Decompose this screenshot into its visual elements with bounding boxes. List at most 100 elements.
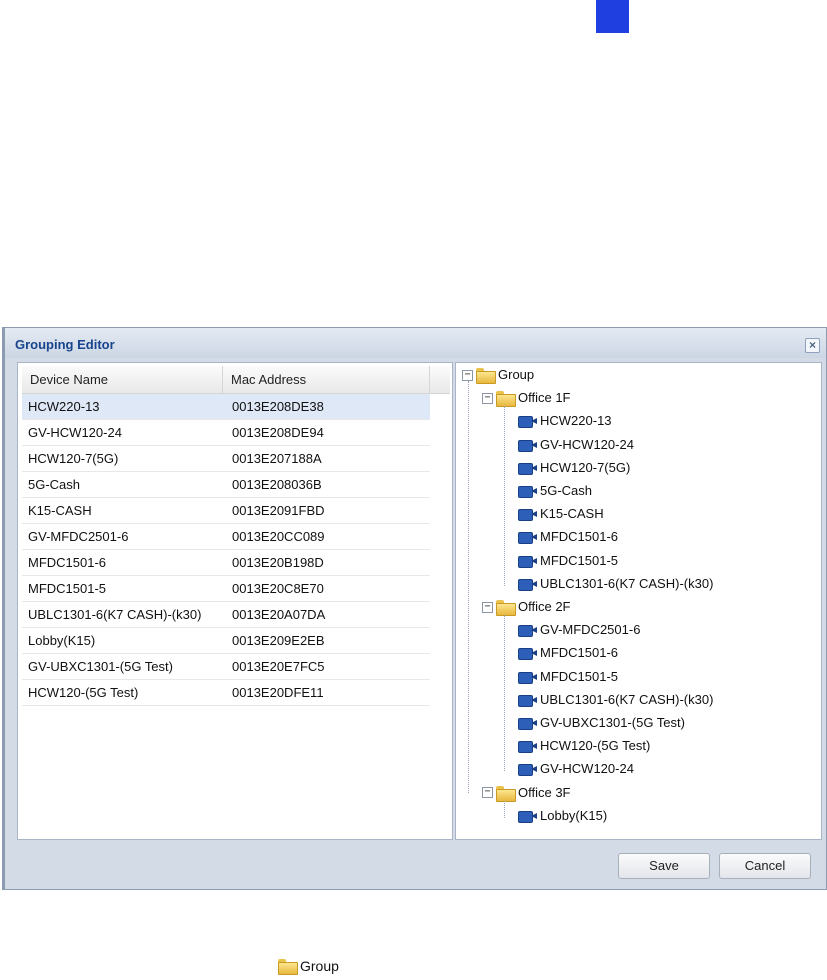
table-row[interactable]: GV-MFDC2501-6 0013E20CC089 — [22, 524, 430, 550]
table-row[interactable]: GV-UBXC1301-(5G Test) 0013E20E7FC5 — [22, 654, 430, 680]
camera-icon — [518, 508, 538, 522]
tree-node-label: Office 1F — [518, 390, 571, 406]
tree-node-label: GV-HCW120-24 — [540, 436, 634, 452]
mac-address-cell: 0013E20E7FC5 — [232, 659, 325, 674]
device-name-cell: HCW220-13 — [28, 399, 100, 414]
tree-node-label: Lobby(K15) — [540, 807, 608, 823]
table-row[interactable]: MFDC1501-6 0013E20B198D — [22, 550, 430, 576]
group-legend: Group — [278, 956, 339, 976]
tree-node-label: HCW120-7(5G) — [540, 459, 631, 475]
tree-connector-line — [504, 615, 505, 772]
device-name-cell: GV-HCW120-24 — [28, 425, 122, 440]
device-name-cell: MFDC1501-6 — [28, 555, 107, 570]
collapse-toggle-icon[interactable]: − — [482, 392, 493, 404]
tree-connector-line — [504, 406, 505, 586]
column-header-mac-address[interactable]: Mac Address — [223, 366, 430, 394]
camera-icon — [518, 555, 538, 568]
page-tab-marker — [596, 0, 629, 33]
column-header-device-name[interactable]: Device Name — [22, 366, 223, 394]
device-name-cell: 5G-Cash — [28, 477, 81, 492]
group-tree: − Group − Office 1F HCW220-13 GV-HCW120-24 HCW… — [456, 363, 821, 839]
camera-icon — [518, 671, 538, 684]
table-header: Device Name Mac Address — [22, 366, 450, 394]
tree-device-node[interactable]: MFDC1501-6 — [518, 527, 618, 547]
camera-icon — [518, 717, 538, 730]
tree-node-label: HCW220-13 — [540, 413, 612, 429]
table-row[interactable]: MFDC1501-5 0013E20C8E70 — [22, 576, 430, 602]
camera-icon — [518, 740, 538, 754]
mac-address-cell: 0013E20A07DA — [232, 607, 326, 622]
folder-icon — [476, 368, 496, 384]
device-name-cell: MFDC1501-5 — [28, 581, 107, 596]
tree-node-label: UBLC1301-6(K7 CASH)-(k30) — [540, 691, 714, 707]
tree-device-node[interactable]: K15-CASH — [518, 504, 604, 524]
tree-group-node[interactable]: − Office 3F — [482, 783, 571, 803]
tree-device-node[interactable]: GV-HCW120-24 — [518, 435, 634, 455]
mac-address-cell: 0013E207188A — [232, 451, 322, 466]
mac-address-cell: 0013E20CC089 — [232, 529, 325, 544]
device-name-cell: GV-UBXC1301-(5G Test) — [28, 659, 173, 674]
tree-device-node[interactable]: GV-UBXC1301-(5G Test) — [518, 713, 685, 733]
camera-icon — [518, 763, 538, 777]
tree-device-node[interactable]: HCW120-(5G Test) — [518, 736, 650, 756]
table-row[interactable]: HCW120-7(5G) 0013E207188A — [22, 446, 430, 472]
tree-device-node[interactable]: MFDC1501-6 — [518, 643, 618, 663]
tree-node-label: Office 3F — [518, 784, 571, 800]
tree-device-node[interactable]: Lobby(K15) — [518, 806, 607, 826]
camera-icon — [518, 462, 538, 475]
mac-address-cell: 0013E209E2EB — [232, 633, 325, 648]
cancel-button[interactable]: Cancel — [719, 853, 811, 879]
camera-icon — [518, 485, 538, 498]
device-name-cell: Lobby(K15) — [28, 633, 96, 648]
tree-device-node[interactable]: MFDC1501-5 — [518, 551, 618, 571]
table-row[interactable]: 5G-Cash 0013E208036B — [22, 472, 430, 498]
table-row[interactable]: Lobby(K15) 0013E209E2EB — [22, 628, 430, 654]
mac-address-cell: 0013E20B198D — [232, 555, 324, 570]
folder-icon — [496, 391, 516, 408]
camera-icon — [518, 578, 538, 591]
table-row[interactable]: GV-HCW120-24 0013E208DE94 — [22, 420, 430, 446]
camera-icon — [518, 647, 538, 661]
table-row[interactable]: UBLC1301-6(K7 CASH)-(k30) 0013E20A07DA — [22, 602, 430, 628]
device-name-cell: UBLC1301-6(K7 CASH)-(k30) — [28, 607, 202, 622]
device-table-body: HCW220-13 0013E208DE38 GV-HCW120-24 0013E20… — [22, 394, 430, 706]
dialog-titlebar: Grouping Editor × — [5, 328, 826, 358]
collapse-toggle-icon[interactable]: − — [482, 601, 493, 613]
tree-node-label: MFDC1501-6 — [540, 529, 619, 545]
tree-group-node[interactable]: − Office 2F — [482, 597, 571, 617]
tree-device-node[interactable]: GV-HCW120-24 — [518, 759, 634, 779]
tree-device-node[interactable]: UBLC1301-6(K7 CASH)-(k30) — [518, 574, 713, 594]
tree-device-node[interactable]: UBLC1301-6(K7 CASH)-(k30) — [518, 690, 713, 710]
table-row[interactable]: HCW220-13 0013E208DE38 — [22, 394, 430, 420]
tree-node-label: HCW120-(5G Test) — [540, 738, 651, 754]
tree-node-label: GV-UBXC1301-(5G Test) — [540, 715, 685, 730]
camera-icon — [518, 415, 538, 429]
camera-icon — [518, 810, 538, 823]
camera-icon — [518, 531, 538, 545]
table-row[interactable]: K15-CASH 0013E2091FBD — [22, 498, 430, 524]
tree-group-node[interactable]: − Office 1F — [482, 388, 571, 408]
tree-device-node[interactable]: GV-MFDC2501-6 — [518, 620, 640, 640]
collapse-toggle-icon[interactable]: − — [482, 787, 493, 799]
save-button[interactable]: Save — [618, 853, 710, 879]
tree-root-group[interactable]: − Group — [462, 365, 534, 385]
tree-node-label: GV-HCW120-24 — [540, 761, 634, 777]
tree-device-node[interactable]: 5G-Cash — [518, 481, 592, 501]
tree-node-label: GV-MFDC2501-6 — [540, 622, 641, 638]
tree-node-label: MFDC1501-5 — [540, 552, 619, 568]
mac-address-cell: 0013E20DFE11 — [232, 685, 324, 700]
mac-address-cell: 0013E2091FBD — [232, 503, 325, 518]
mac-address-cell: 0013E20C8E70 — [232, 581, 324, 596]
tree-device-node[interactable]: HCW220-13 — [518, 411, 612, 431]
folder-icon — [278, 959, 298, 975]
collapse-toggle-icon[interactable]: − — [462, 369, 473, 381]
close-button[interactable]: × — [805, 338, 820, 353]
table-row[interactable]: HCW120-(5G Test) 0013E20DFE11 — [22, 680, 430, 706]
camera-icon — [518, 624, 538, 638]
dialog-title: Grouping Editor — [15, 337, 115, 352]
tree-device-node[interactable]: HCW120-7(5G) — [518, 458, 630, 478]
tree-device-node[interactable]: MFDC1501-5 — [518, 667, 618, 687]
camera-icon — [518, 439, 538, 452]
device-name-cell: HCW120-7(5G) — [28, 451, 119, 466]
tree-connector-line — [468, 381, 469, 793]
